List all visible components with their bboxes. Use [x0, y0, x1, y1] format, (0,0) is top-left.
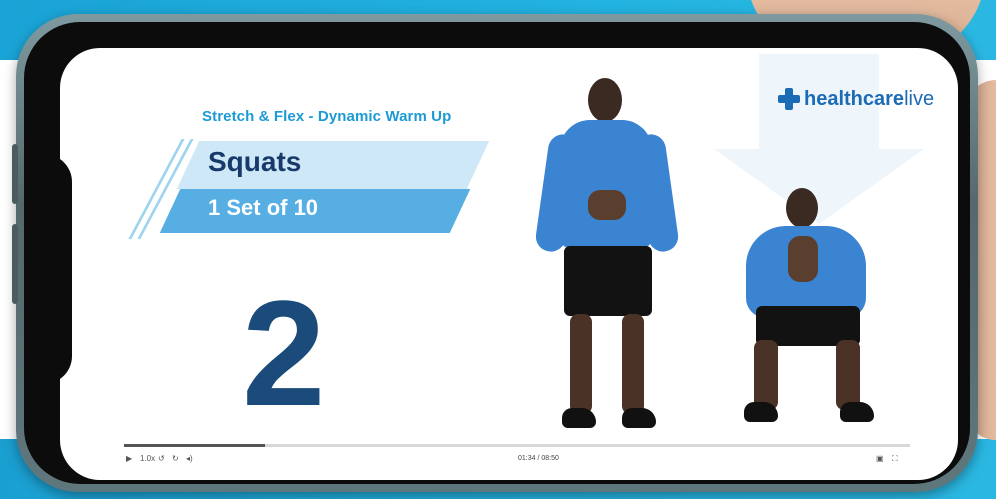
time-display: 01:34 / 08:50 — [518, 455, 559, 462]
trainer-standing — [533, 78, 681, 438]
logo-text-light: live — [904, 87, 935, 110]
play-icon[interactable]: ▶ — [126, 454, 132, 463]
phone-side-button — [12, 144, 18, 204]
phone-notch — [36, 154, 72, 384]
video-controls: ▶ 1.0x ↺ ↻ ◂) 01:34 / 08:50 ▣ ⛶ — [124, 452, 910, 468]
video-progress-fill — [124, 444, 266, 447]
trainer-squatting — [732, 188, 882, 438]
fullscreen-icon[interactable]: ⛶ — [892, 454, 898, 464]
exercise-title: Squats — [208, 146, 302, 177]
sets-reps-label: 1 Set of 10 — [208, 195, 319, 220]
video-progress-bar[interactable] — [124, 444, 910, 447]
captions-icon[interactable]: ▣ — [876, 454, 884, 463]
video-screen[interactable]: Stretch & Flex - Dynamic Warm Up Squats … — [60, 48, 958, 480]
speed-button[interactable]: 1.0x — [140, 454, 155, 463]
healthcarelive-logo: healthcare live — [778, 86, 934, 112]
rewind-icon[interactable]: ↺ — [158, 454, 165, 463]
phone-side-button — [12, 224, 18, 304]
medical-cross-icon — [778, 88, 800, 110]
phone-frame: Stretch & Flex - Dynamic Warm Up Squats … — [12, 14, 978, 492]
forward-icon[interactable]: ↻ — [172, 454, 179, 463]
volume-icon[interactable]: ◂) — [186, 454, 193, 463]
countdown-number: 2 — [242, 269, 326, 437]
logo-text-bold: healthcare — [804, 87, 905, 110]
video-subtitle: Stretch & Flex - Dynamic Warm Up — [202, 108, 452, 125]
